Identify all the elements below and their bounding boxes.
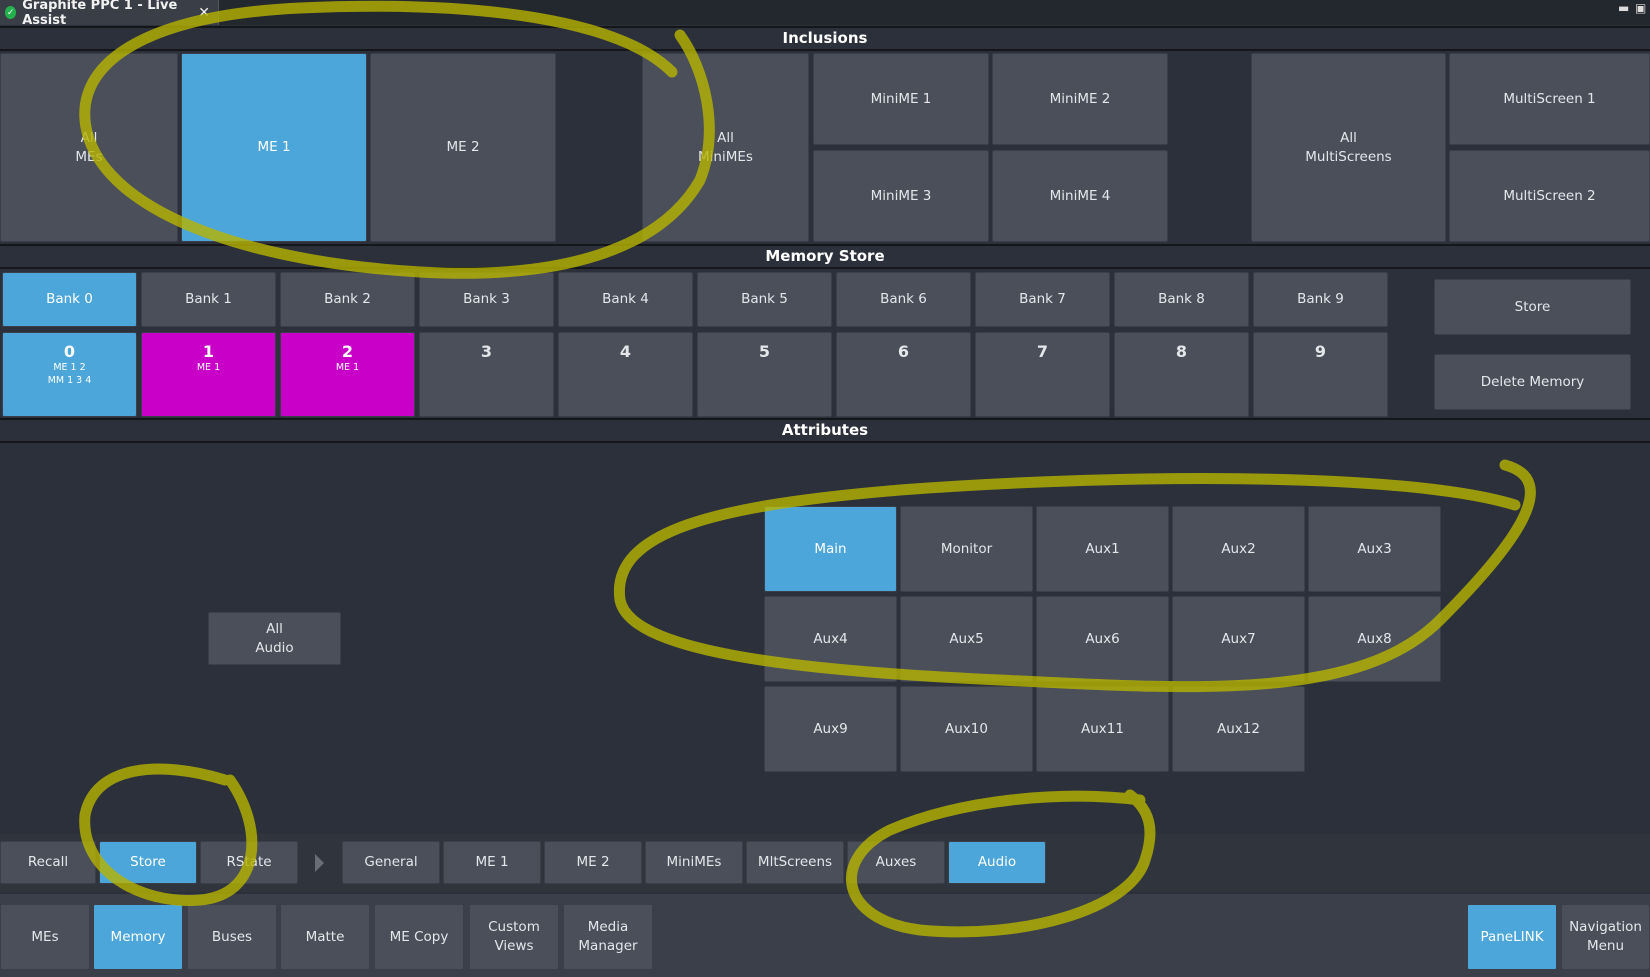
memory-number: 7 bbox=[1036, 342, 1049, 361]
memory-number: 8 bbox=[1175, 342, 1188, 361]
memory-9-button[interactable]: 9 bbox=[1253, 332, 1388, 417]
memory-contents: ME 1 bbox=[335, 362, 360, 373]
nav-me-copy[interactable]: ME Copy bbox=[374, 904, 464, 970]
bank-8-button[interactable]: Bank 8 bbox=[1114, 272, 1249, 327]
restore-icon[interactable]: ▣ bbox=[1635, 1, 1646, 15]
memory-5-button[interactable]: 5 bbox=[697, 332, 832, 417]
output-aux7-button[interactable]: Aux7 bbox=[1172, 596, 1305, 682]
bank-6-button[interactable]: Bank 6 bbox=[836, 272, 971, 327]
recall-mode-button[interactable]: Recall bbox=[0, 841, 96, 884]
memory-contents: ME 1 bbox=[196, 362, 221, 373]
memory-store-title: Memory Store bbox=[765, 247, 885, 265]
output-aux5-button[interactable]: Aux5 bbox=[900, 596, 1033, 682]
memory-1-button[interactable]: 1 ME 1 bbox=[141, 332, 276, 417]
memory-number: 5 bbox=[758, 342, 771, 361]
output-aux8-button[interactable]: Aux8 bbox=[1308, 596, 1441, 682]
minime1-button[interactable]: MiniME 1 bbox=[813, 53, 989, 145]
chevron-right-icon bbox=[315, 854, 324, 872]
all-minimes-button[interactable]: All MiniMEs bbox=[642, 53, 809, 242]
bank-3-button[interactable]: Bank 3 bbox=[419, 272, 554, 327]
memory-number: 4 bbox=[619, 342, 632, 361]
output-aux3-button[interactable]: Aux3 bbox=[1308, 506, 1441, 592]
all-audio-button[interactable]: All Audio bbox=[208, 612, 341, 665]
output-monitor-button[interactable]: Monitor bbox=[900, 506, 1033, 592]
memory-contents: ME 1 2 MM 1 3 4 bbox=[47, 362, 92, 386]
inclusions-title: Inclusions bbox=[782, 29, 868, 47]
store-mode-button[interactable]: Store bbox=[99, 841, 197, 884]
multiscreen2-button[interactable]: MultiScreen 2 bbox=[1449, 150, 1650, 242]
minime4-button[interactable]: MiniME 4 bbox=[992, 150, 1168, 242]
nav-media-manager[interactable]: Media Manager bbox=[563, 904, 653, 970]
minime2-button[interactable]: MiniME 2 bbox=[992, 53, 1168, 145]
output-aux10-button[interactable]: Aux10 bbox=[900, 686, 1033, 772]
tab-me-2[interactable]: ME 2 bbox=[544, 841, 642, 884]
output-aux11-button[interactable]: Aux11 bbox=[1036, 686, 1169, 772]
divider bbox=[0, 441, 1650, 443]
memory-number: 3 bbox=[480, 342, 493, 361]
memory-2-button[interactable]: 2 ME 1 bbox=[280, 332, 415, 417]
output-aux6-button[interactable]: Aux6 bbox=[1036, 596, 1169, 682]
output-aux9-button[interactable]: Aux9 bbox=[764, 686, 897, 772]
tab-auxes[interactable]: Auxes bbox=[847, 841, 945, 884]
divider bbox=[0, 49, 1650, 51]
output-aux12-button[interactable]: Aux12 bbox=[1172, 686, 1305, 772]
bank-2-button[interactable]: Bank 2 bbox=[280, 272, 415, 327]
minimize-icon[interactable]: ▬ bbox=[1618, 1, 1629, 15]
attributes-title: Attributes bbox=[781, 421, 869, 439]
memory-number: 6 bbox=[897, 342, 910, 361]
output-aux4-button[interactable]: Aux4 bbox=[764, 596, 897, 682]
tab-audio[interactable]: Audio bbox=[948, 841, 1046, 884]
output-aux2-button[interactable]: Aux2 bbox=[1172, 506, 1305, 592]
minime3-button[interactable]: MiniME 3 bbox=[813, 150, 989, 242]
title-bar bbox=[0, 0, 1650, 25]
store-button[interactable]: Store bbox=[1434, 279, 1631, 335]
nav-custom-views[interactable]: Custom Views bbox=[469, 904, 559, 970]
output-aux1-button[interactable]: Aux1 bbox=[1036, 506, 1169, 592]
memory-number: 0 bbox=[63, 342, 76, 361]
all-multiscreens-button[interactable]: All MultiScreens bbox=[1251, 53, 1446, 242]
nav-memory[interactable]: Memory bbox=[93, 904, 183, 970]
rstate-mode-button[interactable]: RState bbox=[200, 841, 298, 884]
memory-0-button[interactable]: 0 ME 1 2 MM 1 3 4 bbox=[2, 332, 137, 417]
bank-5-button[interactable]: Bank 5 bbox=[697, 272, 832, 327]
nav-matte[interactable]: Matte bbox=[280, 904, 370, 970]
divider bbox=[0, 267, 1650, 269]
tab-me-1[interactable]: ME 1 bbox=[443, 841, 541, 884]
memory-6-button[interactable]: 6 bbox=[836, 332, 971, 417]
all-mes-button[interactable]: All MEs bbox=[0, 53, 178, 242]
nav-mes[interactable]: MEs bbox=[0, 904, 90, 970]
nav-buses[interactable]: Buses bbox=[187, 904, 277, 970]
bank-4-button[interactable]: Bank 4 bbox=[558, 272, 693, 327]
memory-number: 2 bbox=[341, 342, 354, 361]
me2-inclusion-button[interactable]: ME 2 bbox=[370, 53, 556, 242]
tab-minimes[interactable]: MiniMEs bbox=[645, 841, 743, 884]
tab-general[interactable]: General bbox=[342, 841, 440, 884]
bank-9-button[interactable]: Bank 9 bbox=[1253, 272, 1388, 327]
memory-4-button[interactable]: 4 bbox=[558, 332, 693, 417]
tab-mltscreens[interactable]: MltScreens bbox=[746, 841, 844, 884]
memory-number: 1 bbox=[202, 342, 215, 361]
memory-3-button[interactable]: 3 bbox=[419, 332, 554, 417]
memory-8-button[interactable]: 8 bbox=[1114, 332, 1249, 417]
multiscreen1-button[interactable]: MultiScreen 1 bbox=[1449, 53, 1650, 145]
output-main-button[interactable]: Main bbox=[764, 506, 897, 592]
memory-number: 9 bbox=[1314, 342, 1327, 361]
navigation-menu-button[interactable]: Navigation Menu bbox=[1561, 904, 1650, 970]
me1-inclusion-button[interactable]: ME 1 bbox=[181, 53, 367, 242]
window-tab[interactable]: ✓ Graphite PPC 1 - Live Assist ✕ bbox=[0, 0, 219, 28]
bank-1-button[interactable]: Bank 1 bbox=[141, 272, 276, 327]
panelink-button[interactable]: PaneLINK bbox=[1467, 904, 1557, 970]
bank-7-button[interactable]: Bank 7 bbox=[975, 272, 1110, 327]
window-title: Graphite PPC 1 - Live Assist bbox=[22, 0, 178, 28]
delete-memory-button[interactable]: Delete Memory bbox=[1434, 354, 1631, 410]
memory-7-button[interactable]: 7 bbox=[975, 332, 1110, 417]
check-icon: ✓ bbox=[5, 6, 17, 19]
bank-0-button[interactable]: Bank 0 bbox=[2, 272, 137, 327]
close-icon[interactable]: ✕ bbox=[198, 5, 210, 21]
